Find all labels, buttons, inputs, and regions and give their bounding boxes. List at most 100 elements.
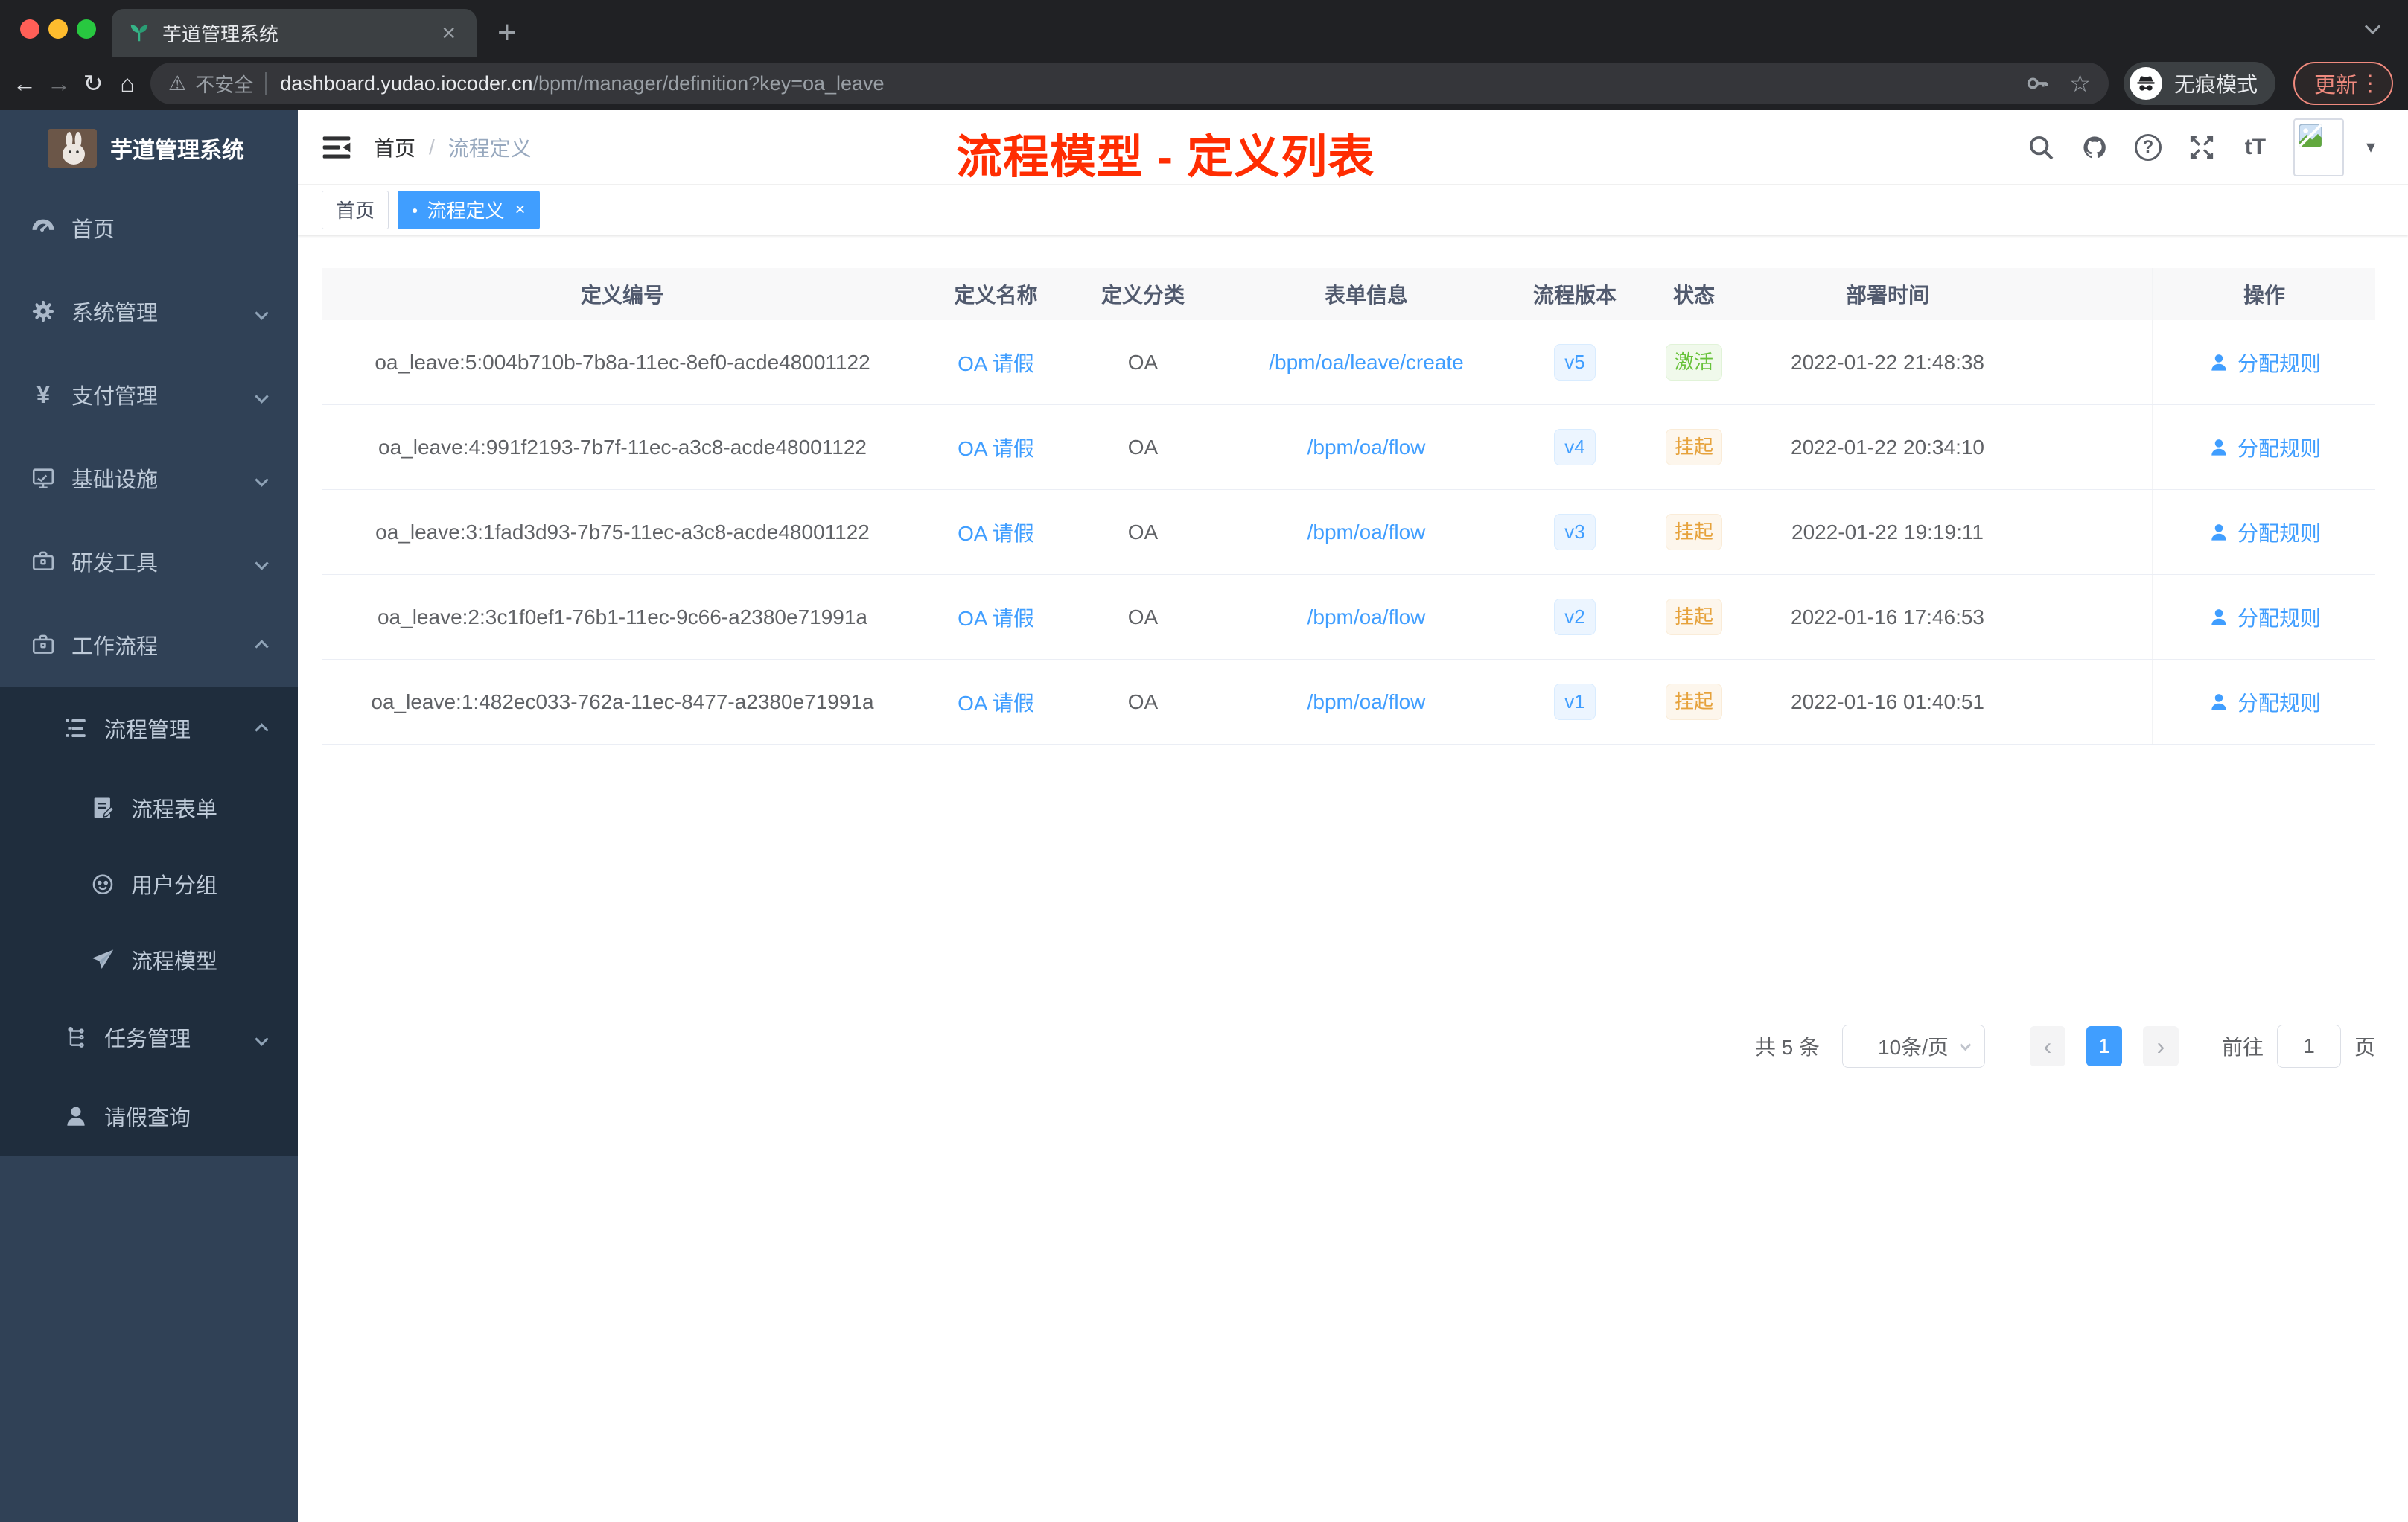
cell-deploy-time: 2022-01-22 21:48:38 <box>1791 350 1984 374</box>
tag-process-definition[interactable]: ● 流程定义 × <box>398 190 540 229</box>
chevron-down-icon <box>255 550 269 574</box>
assign-rule-button[interactable]: 分配规则 <box>2208 602 2321 632</box>
password-key-icon[interactable] <box>2025 71 2050 96</box>
logo-rabbit-image <box>48 129 97 168</box>
cell-form-link[interactable]: /bpm/oa/flow <box>1217 436 1515 459</box>
user-icon <box>2211 354 2226 371</box>
omnibox-divider <box>265 72 267 95</box>
cell-definition-name-link[interactable]: OA 请假 <box>923 433 1068 462</box>
help-icon[interactable]: ? <box>2133 132 2164 163</box>
site-favicon-icon <box>128 22 150 44</box>
cell-definition-name-link[interactable]: OA 请假 <box>923 348 1068 378</box>
incognito-icon <box>2129 67 2162 100</box>
chrome-update-button[interactable]: 更新 ⋮ <box>2293 62 2393 105</box>
sidebar-item-process-mgmt[interactable]: 流程管理 <box>0 687 298 770</box>
assign-rule-button[interactable]: 分配规则 <box>2208 433 2321 462</box>
sidebar-filler <box>0 1156 298 1522</box>
sidebar-item-home[interactable]: 首页 <box>0 186 298 270</box>
sidebar-item-payment[interactable]: ¥ 支付管理 <box>0 353 298 436</box>
page-number-button[interactable]: 1 <box>2086 1026 2122 1066</box>
sidebar-item-process-model[interactable]: 流程模型 <box>0 922 298 998</box>
cell-version: v1 <box>1515 683 1634 721</box>
chevron-up-icon <box>255 716 269 741</box>
cell-deploy-time: 2022-01-22 20:34:10 <box>1791 435 1984 459</box>
cell-version: v5 <box>1515 343 1634 381</box>
window-close-button[interactable] <box>20 19 39 39</box>
cell-form-link[interactable]: /bpm/oa/flow <box>1217 690 1515 714</box>
table-row: oa_leave:1:482ec033-762a-11ec-8477-a2380… <box>322 660 2375 745</box>
window-minimize-button[interactable] <box>48 19 68 39</box>
cell-definition-name-link[interactable]: OA 请假 <box>923 518 1068 547</box>
fullscreen-icon[interactable] <box>2186 132 2217 163</box>
cell-definition-id: oa_leave:3:1fad3d93-7b75-11ec-a3c8-acde4… <box>375 520 870 544</box>
window-zoom-button[interactable] <box>77 19 96 39</box>
cell-version: v4 <box>1515 428 1634 466</box>
cell-form-link[interactable]: /bpm/oa/flow <box>1217 605 1515 629</box>
cell-form-link[interactable]: /bpm/oa/leave/create <box>1217 351 1515 375</box>
sidebar-item-label: 系统管理 <box>71 302 159 325</box>
cell-definition-id: oa_leave:5:004b710b-7b8a-11ec-8ef0-acde4… <box>375 350 870 374</box>
sidebar-item-user-group[interactable]: 用户分组 <box>0 846 298 922</box>
sidebar-item-process-form[interactable]: 流程表单 <box>0 770 298 846</box>
new-tab-button[interactable]: + <box>497 10 517 55</box>
cell-status: 挂起 <box>1634 598 1754 636</box>
tag-close-icon[interactable]: × <box>515 200 526 219</box>
home-button[interactable]: ⌂ <box>110 70 144 98</box>
sidebar-item-leave-query[interactable]: 请假查询 <box>0 1077 298 1156</box>
assign-rule-button[interactable]: 分配规则 <box>2208 687 2321 717</box>
sidebar-item-label: 工作流程 <box>71 635 159 659</box>
sidebar-item-task-mgmt[interactable]: 任务管理 <box>0 998 298 1077</box>
tree-icon <box>61 1022 91 1052</box>
next-page-button[interactable]: › <box>2142 1026 2179 1066</box>
tag-home[interactable]: 首页 <box>322 190 389 229</box>
definition-table: 定义编号 定义名称 定义分类 表单信息 流程版本 状态 部署时间 操作 oa_l… <box>322 268 2375 745</box>
status-badge: 挂起 <box>1665 683 1722 721</box>
sidebar-item-devtools[interactable]: 研发工具 <box>0 520 298 603</box>
user-icon <box>2211 608 2226 625</box>
col-header-status: 状态 <box>1672 284 1715 307</box>
prev-page-button[interactable]: ‹ <box>2029 1026 2065 1066</box>
breadcrumb-home[interactable]: 首页 <box>374 133 415 162</box>
screen: 芋道管理系统 × + ← → ↻ ⌂ ⚠ 不安全 dashboard.yudao… <box>0 0 2408 1522</box>
reload-button[interactable]: ↻ <box>76 69 110 98</box>
update-label: 更新 <box>2313 74 2357 98</box>
browser-tab[interactable]: 芋道管理系统 × <box>112 9 477 57</box>
bookmark-star-icon[interactable]: ☆ <box>2069 69 2091 98</box>
url-text[interactable]: dashboard.yudao.iocoder.cn/bpm/manager/d… <box>280 72 2025 95</box>
pagination: 共 5 条 10条/页 ‹ 1 › 前往 页 <box>1755 1025 2375 1068</box>
address-bar[interactable]: ⚠ 不安全 dashboard.yudao.iocoder.cn/bpm/man… <box>150 63 2109 104</box>
tab-close-icon[interactable]: × <box>437 21 460 45</box>
kebab-menu-icon[interactable]: ⋮ <box>2357 71 2383 97</box>
github-icon[interactable] <box>2079 132 2110 163</box>
avatar-caret-icon[interactable]: ▾ <box>2366 136 2375 158</box>
sidebar-item-workflow[interactable]: 工作流程 <box>0 603 298 687</box>
cell-status: 激活 <box>1634 343 1754 381</box>
cell-definition-name-link[interactable]: OA 请假 <box>923 687 1068 717</box>
search-icon[interactable] <box>2025 132 2057 163</box>
goto-page-input[interactable] <box>2276 1025 2341 1068</box>
breadcrumb: 首页 / 流程定义 <box>374 133 532 162</box>
tags-view-bar: 首页 ● 流程定义 × <box>298 185 2408 235</box>
cell-category: OA <box>1127 605 1159 628</box>
assign-rule-button[interactable]: 分配规则 <box>2208 518 2321 547</box>
forward-button[interactable]: → <box>42 70 76 98</box>
col-header-id: 定义编号 <box>580 284 664 307</box>
cell-definition-name-link[interactable]: OA 请假 <box>923 602 1068 632</box>
yen-icon: ¥ <box>36 380 51 408</box>
tab-search-chevron-icon[interactable] <box>2364 18 2381 36</box>
main-area: 首页 / 流程定义 流程模型 - 定义列表 ? tT ▾ 首页 ● 流程定义 ×… <box>298 110 2408 1522</box>
assign-rule-button[interactable]: 分配规则 <box>2208 348 2321 378</box>
sidebar-collapse-icon[interactable] <box>320 131 353 164</box>
not-secure-label: 不安全 <box>195 73 254 96</box>
sidebar-logo[interactable]: 芋道管理系统 <box>0 110 298 186</box>
sidebar-item-system[interactable]: 系统管理 <box>0 270 298 353</box>
table-row: oa_leave:2:3c1f0ef1-76b1-11ec-9c66-a2380… <box>322 575 2375 660</box>
font-size-icon[interactable]: tT <box>2240 132 2271 163</box>
back-button[interactable]: ← <box>7 70 42 98</box>
user-avatar[interactable] <box>2293 118 2344 176</box>
cell-form-link[interactable]: /bpm/oa/flow <box>1217 520 1515 544</box>
sidebar-item-infra[interactable]: 基础设施 <box>0 436 298 520</box>
page-size-select[interactable]: 10条/页 <box>1841 1025 1985 1068</box>
cell-status: 挂起 <box>1634 428 1754 466</box>
chevron-down-icon <box>255 383 269 407</box>
